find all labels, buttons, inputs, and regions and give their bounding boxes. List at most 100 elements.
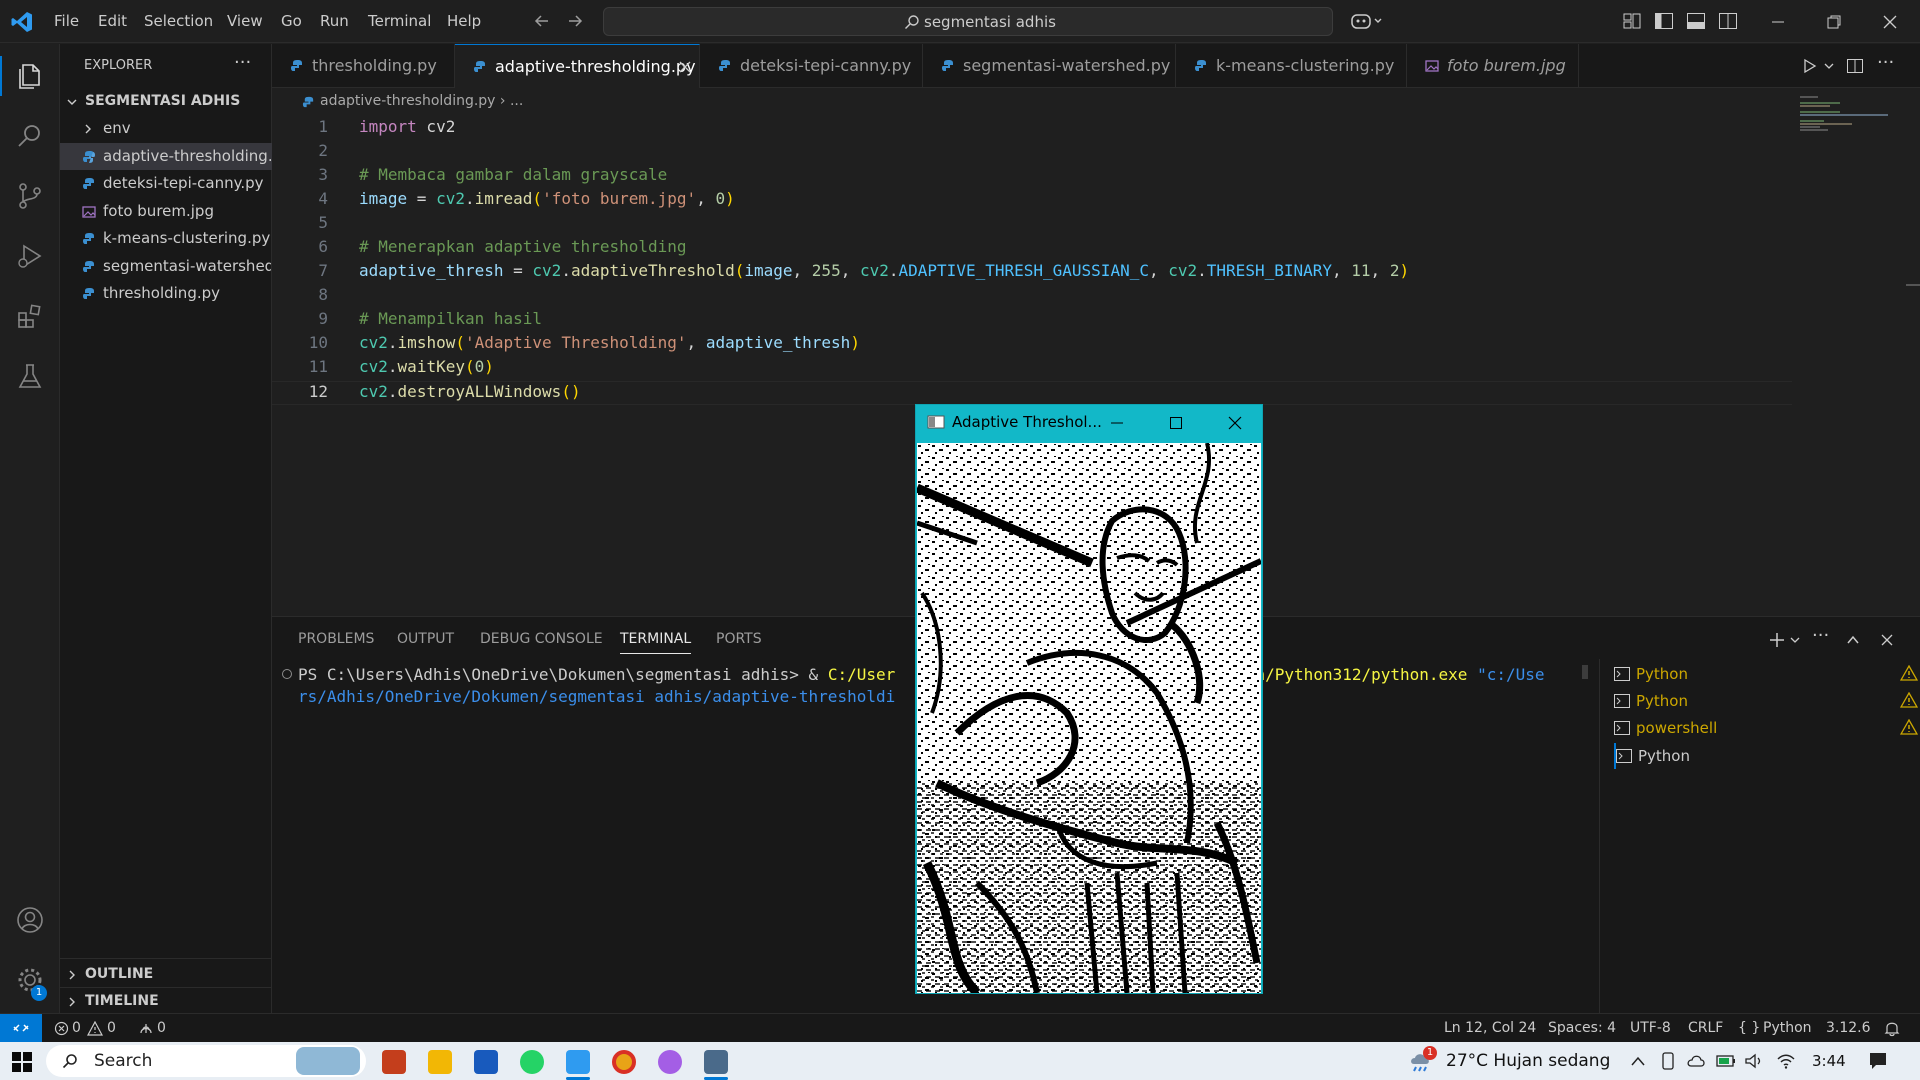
close-tab-icon[interactable] bbox=[679, 61, 691, 73]
weather-text[interactable]: 27°C Hujan sedang bbox=[1446, 1051, 1610, 1071]
tab-output[interactable]: OUTPUT bbox=[397, 631, 454, 647]
tab-thresholding[interactable]: thresholding.py bbox=[272, 44, 455, 88]
restore-icon[interactable] bbox=[1826, 14, 1842, 30]
close-panel-icon[interactable] bbox=[1880, 633, 1894, 647]
minimap[interactable] bbox=[1790, 92, 1890, 132]
chevron-up-icon[interactable] bbox=[1630, 1054, 1646, 1068]
editor-more-actions-icon[interactable]: ··· bbox=[1877, 52, 1894, 73]
tab-terminal[interactable]: TERMINAL bbox=[620, 631, 692, 654]
notifications-bell-icon[interactable] bbox=[1884, 1020, 1900, 1037]
customize-layout-icon[interactable] bbox=[1622, 12, 1642, 30]
indentation[interactable]: Spaces: 4 bbox=[1548, 1020, 1616, 1036]
minimize-icon[interactable] bbox=[1110, 416, 1124, 430]
error-icon[interactable] bbox=[54, 1021, 69, 1036]
workspace-folder[interactable]: SEGMENTASI ADHIS bbox=[60, 88, 272, 115]
powerpoint-icon[interactable] bbox=[382, 1050, 406, 1074]
volume-icon[interactable] bbox=[1744, 1052, 1764, 1070]
tab-debug-console[interactable]: DEBUG CONSOLE bbox=[480, 631, 603, 647]
accounts-icon[interactable] bbox=[14, 904, 46, 936]
terminal-instance-active[interactable]: Python bbox=[1614, 743, 1920, 769]
tab-segmentasi-watershed[interactable]: segmentasi-watershed.py bbox=[923, 44, 1176, 88]
remote-indicator[interactable] bbox=[0, 1014, 42, 1043]
menu-run[interactable]: Run bbox=[320, 12, 349, 30]
menu-view[interactable]: View bbox=[227, 12, 263, 30]
toggle-panel-icon[interactable] bbox=[1686, 12, 1706, 30]
warning-icon[interactable] bbox=[87, 1021, 103, 1036]
close-icon[interactable] bbox=[1228, 416, 1242, 430]
vscode-taskbar-icon[interactable] bbox=[566, 1050, 590, 1074]
tab-foto-burem[interactable]: foto burem.jpg bbox=[1407, 44, 1579, 88]
source-control-icon[interactable] bbox=[14, 180, 46, 212]
menu-help[interactable]: Help bbox=[447, 12, 481, 30]
back-arrow-icon[interactable] bbox=[533, 12, 551, 30]
tree-item-deteksi-tepi-canny[interactable]: deteksi-tepi-canny.py bbox=[60, 170, 272, 197]
more-actions-icon[interactable]: ··· bbox=[234, 52, 251, 73]
tree-item-env[interactable]: env bbox=[60, 115, 272, 142]
split-editor-icon[interactable] bbox=[1846, 57, 1864, 75]
tree-item-adaptive-thresholding[interactable]: adaptive-thresholding.py bbox=[60, 143, 272, 170]
line-ending[interactable]: CRLF bbox=[1688, 1020, 1723, 1036]
explorer-icon[interactable] bbox=[14, 60, 46, 92]
error-count[interactable]: 0 bbox=[72, 1020, 81, 1036]
python-window-icon[interactable] bbox=[704, 1050, 728, 1074]
extensions-icon[interactable] bbox=[14, 300, 46, 332]
tab-adaptive-thresholding[interactable]: adaptive-thresholding.py bbox=[455, 44, 700, 88]
vscode-logo-icon[interactable] bbox=[10, 10, 34, 34]
tree-item-segmentasi-watershed[interactable]: segmentasi-watershed.py bbox=[60, 253, 272, 280]
tab-k-means-clustering[interactable]: k-means-clustering.py bbox=[1176, 44, 1407, 88]
close-window-icon[interactable] bbox=[1882, 14, 1898, 30]
phone-link-icon[interactable] bbox=[1660, 1052, 1676, 1070]
ports-icon[interactable] bbox=[138, 1021, 154, 1036]
menu-terminal[interactable]: Terminal bbox=[368, 12, 431, 30]
run-debug-icon[interactable] bbox=[14, 240, 46, 272]
word-icon[interactable] bbox=[474, 1050, 498, 1074]
search-view-icon[interactable] bbox=[14, 120, 46, 152]
windows-start-icon[interactable] bbox=[12, 1052, 32, 1072]
new-terminal-icon[interactable] bbox=[1768, 631, 1786, 649]
taskbar-search-box[interactable]: Search bbox=[46, 1045, 366, 1077]
tab-ports[interactable]: PORTS bbox=[716, 631, 762, 647]
terminal-line[interactable]: rs/Adhis/OneDrive/Dokumen/segmentasi adh… bbox=[298, 687, 895, 706]
outline-section[interactable]: OUTLINE bbox=[60, 961, 272, 988]
menu-selection[interactable]: Selection bbox=[144, 12, 213, 30]
wifi-icon[interactable] bbox=[1776, 1052, 1796, 1070]
tree-item-thresholding[interactable]: thresholding.py bbox=[60, 280, 272, 307]
chevron-down-icon[interactable] bbox=[1790, 635, 1800, 645]
terminal-instance[interactable]: Python bbox=[1614, 661, 1920, 687]
tab-deteksi-tepi-canny[interactable]: deteksi-tepi-canny.py bbox=[700, 44, 923, 88]
copilot-icon[interactable] bbox=[1350, 11, 1384, 31]
notification-center-icon[interactable] bbox=[1868, 1051, 1888, 1071]
command-decoration-icon[interactable] bbox=[282, 669, 292, 679]
run-file-icon[interactable] bbox=[1802, 58, 1818, 74]
terminal-instance[interactable]: Python bbox=[1614, 688, 1920, 714]
testing-icon[interactable] bbox=[14, 360, 46, 392]
tree-item-foto-burem[interactable]: foto burem.jpg bbox=[60, 198, 272, 225]
file-explorer-icon[interactable] bbox=[428, 1050, 452, 1074]
language-mode[interactable]: Python bbox=[1763, 1020, 1812, 1036]
onedrive-cloud-icon[interactable] bbox=[1686, 1053, 1706, 1069]
forward-arrow-icon[interactable] bbox=[566, 12, 584, 30]
encoding[interactable]: UTF-8 bbox=[1630, 1020, 1671, 1036]
warning-count[interactable]: 0 bbox=[107, 1020, 116, 1036]
whatsapp-icon[interactable] bbox=[520, 1050, 544, 1074]
maximize-panel-icon[interactable] bbox=[1846, 633, 1860, 647]
toggle-sidebar-icon[interactable] bbox=[1654, 12, 1674, 30]
tab-problems[interactable]: PROBLEMS bbox=[298, 631, 374, 647]
python-version[interactable]: 3.12.6 bbox=[1826, 1020, 1871, 1036]
battery-icon[interactable] bbox=[1716, 1053, 1736, 1069]
maximize-icon[interactable] bbox=[1169, 416, 1183, 430]
tree-item-k-means-clustering[interactable]: k-means-clustering.py bbox=[60, 225, 272, 252]
breadcrumb-file[interactable]: adaptive-thresholding.py bbox=[320, 93, 495, 109]
menu-go[interactable]: Go bbox=[281, 12, 302, 30]
terminal-scrollbar[interactable] bbox=[1582, 665, 1588, 679]
timeline-section[interactable]: TIMELINE bbox=[60, 988, 272, 1015]
panel-more-actions-icon[interactable]: ··· bbox=[1812, 625, 1829, 646]
chevron-down-icon[interactable] bbox=[1824, 61, 1834, 71]
breadcrumb-rest[interactable]: ... bbox=[510, 93, 523, 109]
ports-count[interactable]: 0 bbox=[157, 1020, 166, 1036]
terminal-instance[interactable]: powershell bbox=[1614, 715, 1920, 741]
cursor-position[interactable]: Ln 12, Col 24 bbox=[1444, 1020, 1536, 1036]
minimize-icon[interactable] bbox=[1770, 14, 1786, 30]
toggle-secondary-sidebar-icon[interactable] bbox=[1718, 12, 1738, 30]
opencv-image-window[interactable]: Adaptive Threshol... bbox=[915, 404, 1263, 994]
